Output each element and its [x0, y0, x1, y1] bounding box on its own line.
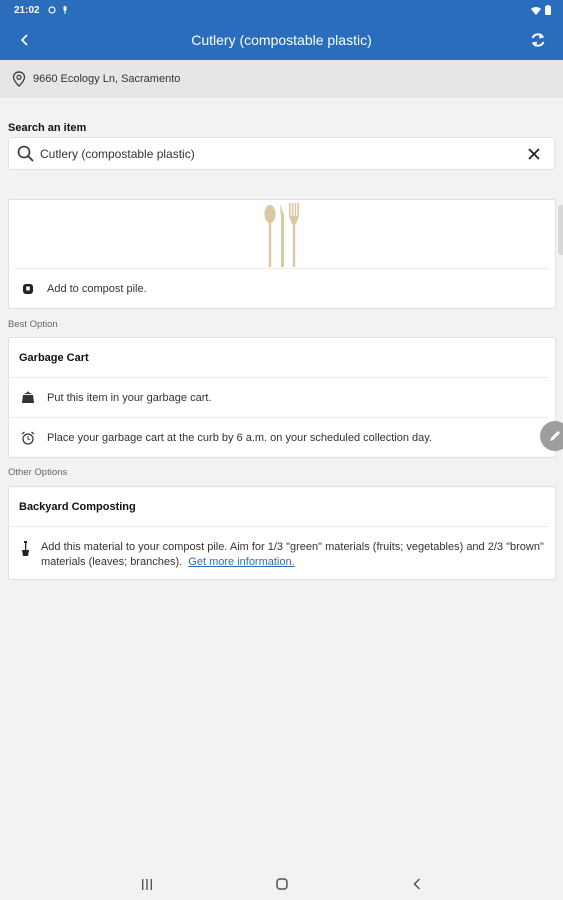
mic-icon [63, 6, 67, 14]
other-options-label: Other Options [8, 467, 68, 478]
best-option-row-text: Put this item in your garbage cart. [47, 391, 212, 404]
edge-panel-handle[interactable] [558, 205, 563, 255]
battery-icon [545, 5, 551, 15]
page-title: Cutlery (compostable plastic) [191, 32, 372, 48]
cutlery-icon [264, 203, 299, 267]
toolbar: Cutlery (compostable plastic) [0, 20, 563, 60]
other-option-row: Add this material to your compost pile. … [9, 527, 555, 570]
alarm-clock-icon [21, 431, 35, 445]
search-label: Search an item [8, 122, 87, 134]
item-instruction-text: Add to compost pile. [47, 283, 147, 295]
search-input[interactable] [40, 146, 522, 161]
more-info-link[interactable]: Get more information. [188, 556, 294, 568]
system-nav-bar [0, 868, 563, 900]
shovel-icon [21, 541, 29, 556]
best-option-label: Best Option [8, 319, 58, 330]
refresh-icon [531, 33, 545, 47]
home-button[interactable] [267, 869, 297, 899]
other-option-card[interactable]: Backyard Composting Add this material to… [8, 486, 556, 580]
back-icon [412, 878, 420, 890]
best-option-row: Place your garbage cart at the curb by 6… [9, 418, 555, 458]
location-address: 9660 Ecology Ln, Sacramento [33, 73, 181, 85]
refresh-button[interactable] [513, 20, 563, 60]
back-nav-button[interactable] [402, 869, 432, 899]
search-box [8, 137, 555, 170]
home-icon [275, 878, 288, 890]
best-option-card[interactable]: Garbage Cart Put this item in your garba… [8, 337, 556, 458]
clear-search-button[interactable] [522, 142, 546, 166]
item-card: Add to compost pile. [8, 199, 556, 309]
app-bar: 21:02 Cutlery (compostable plastic) [0, 0, 563, 60]
compost-bin-icon [23, 284, 33, 294]
chevron-left-icon [20, 34, 28, 46]
location-pin-icon [12, 71, 26, 87]
garbage-cart-icon [22, 391, 34, 403]
best-option-title: Garbage Cart [9, 338, 549, 378]
wifi-icon [531, 6, 541, 15]
notification-icon [47, 6, 56, 14]
other-option-title: Backyard Composting [9, 487, 549, 527]
item-instruction-row: Add to compost pile. [9, 269, 555, 309]
search-icon [17, 145, 34, 162]
status-bar: 21:02 [0, 0, 563, 20]
recent-apps-button[interactable] [132, 869, 162, 899]
item-image [15, 200, 549, 269]
best-option-row: Put this item in your garbage cart. [9, 378, 549, 418]
best-option-row-text: Place your garbage cart at the curb by 6… [47, 432, 433, 444]
status-time: 21:02 [14, 4, 40, 16]
recent-apps-icon [141, 878, 152, 890]
other-option-text-wrapper: Add this material to your compost pile. … [41, 540, 545, 570]
pencil-icon [550, 431, 560, 441]
close-icon [528, 147, 540, 160]
back-button[interactable] [0, 20, 50, 60]
edit-button[interactable] [540, 421, 563, 451]
location-bar[interactable]: 9660 Ecology Ln, Sacramento [0, 60, 563, 98]
